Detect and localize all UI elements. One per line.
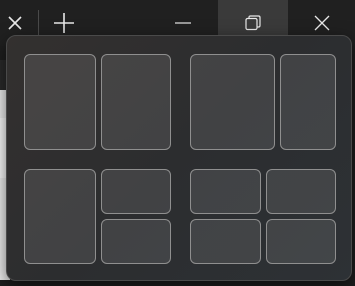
snap-zone-bottom-right-quarter[interactable]: [101, 219, 171, 264]
snap-zone-right-third[interactable]: [280, 54, 336, 150]
snap-zone-top-left-quarter[interactable]: [190, 169, 261, 214]
snap-layouts-flyout: [6, 35, 352, 281]
plus-icon: [54, 13, 74, 33]
snap-zone-top-right-quarter[interactable]: [101, 169, 171, 214]
snap-zone-top-right-quarter[interactable]: [266, 169, 336, 214]
minimize-icon: [175, 22, 191, 24]
snap-zone-left-half[interactable]: [24, 169, 96, 264]
tab-separator: [38, 10, 39, 36]
snap-zone-right-half[interactable]: [101, 54, 171, 150]
restore-icon: [245, 15, 261, 31]
close-icon: [8, 16, 22, 30]
snap-zone-bottom-left-quarter[interactable]: [190, 219, 261, 264]
snap-zone-left-two-thirds[interactable]: [190, 54, 275, 150]
snap-zone-left-half[interactable]: [24, 54, 96, 150]
close-icon: [314, 15, 330, 31]
snap-zone-bottom-right-quarter[interactable]: [266, 219, 336, 264]
